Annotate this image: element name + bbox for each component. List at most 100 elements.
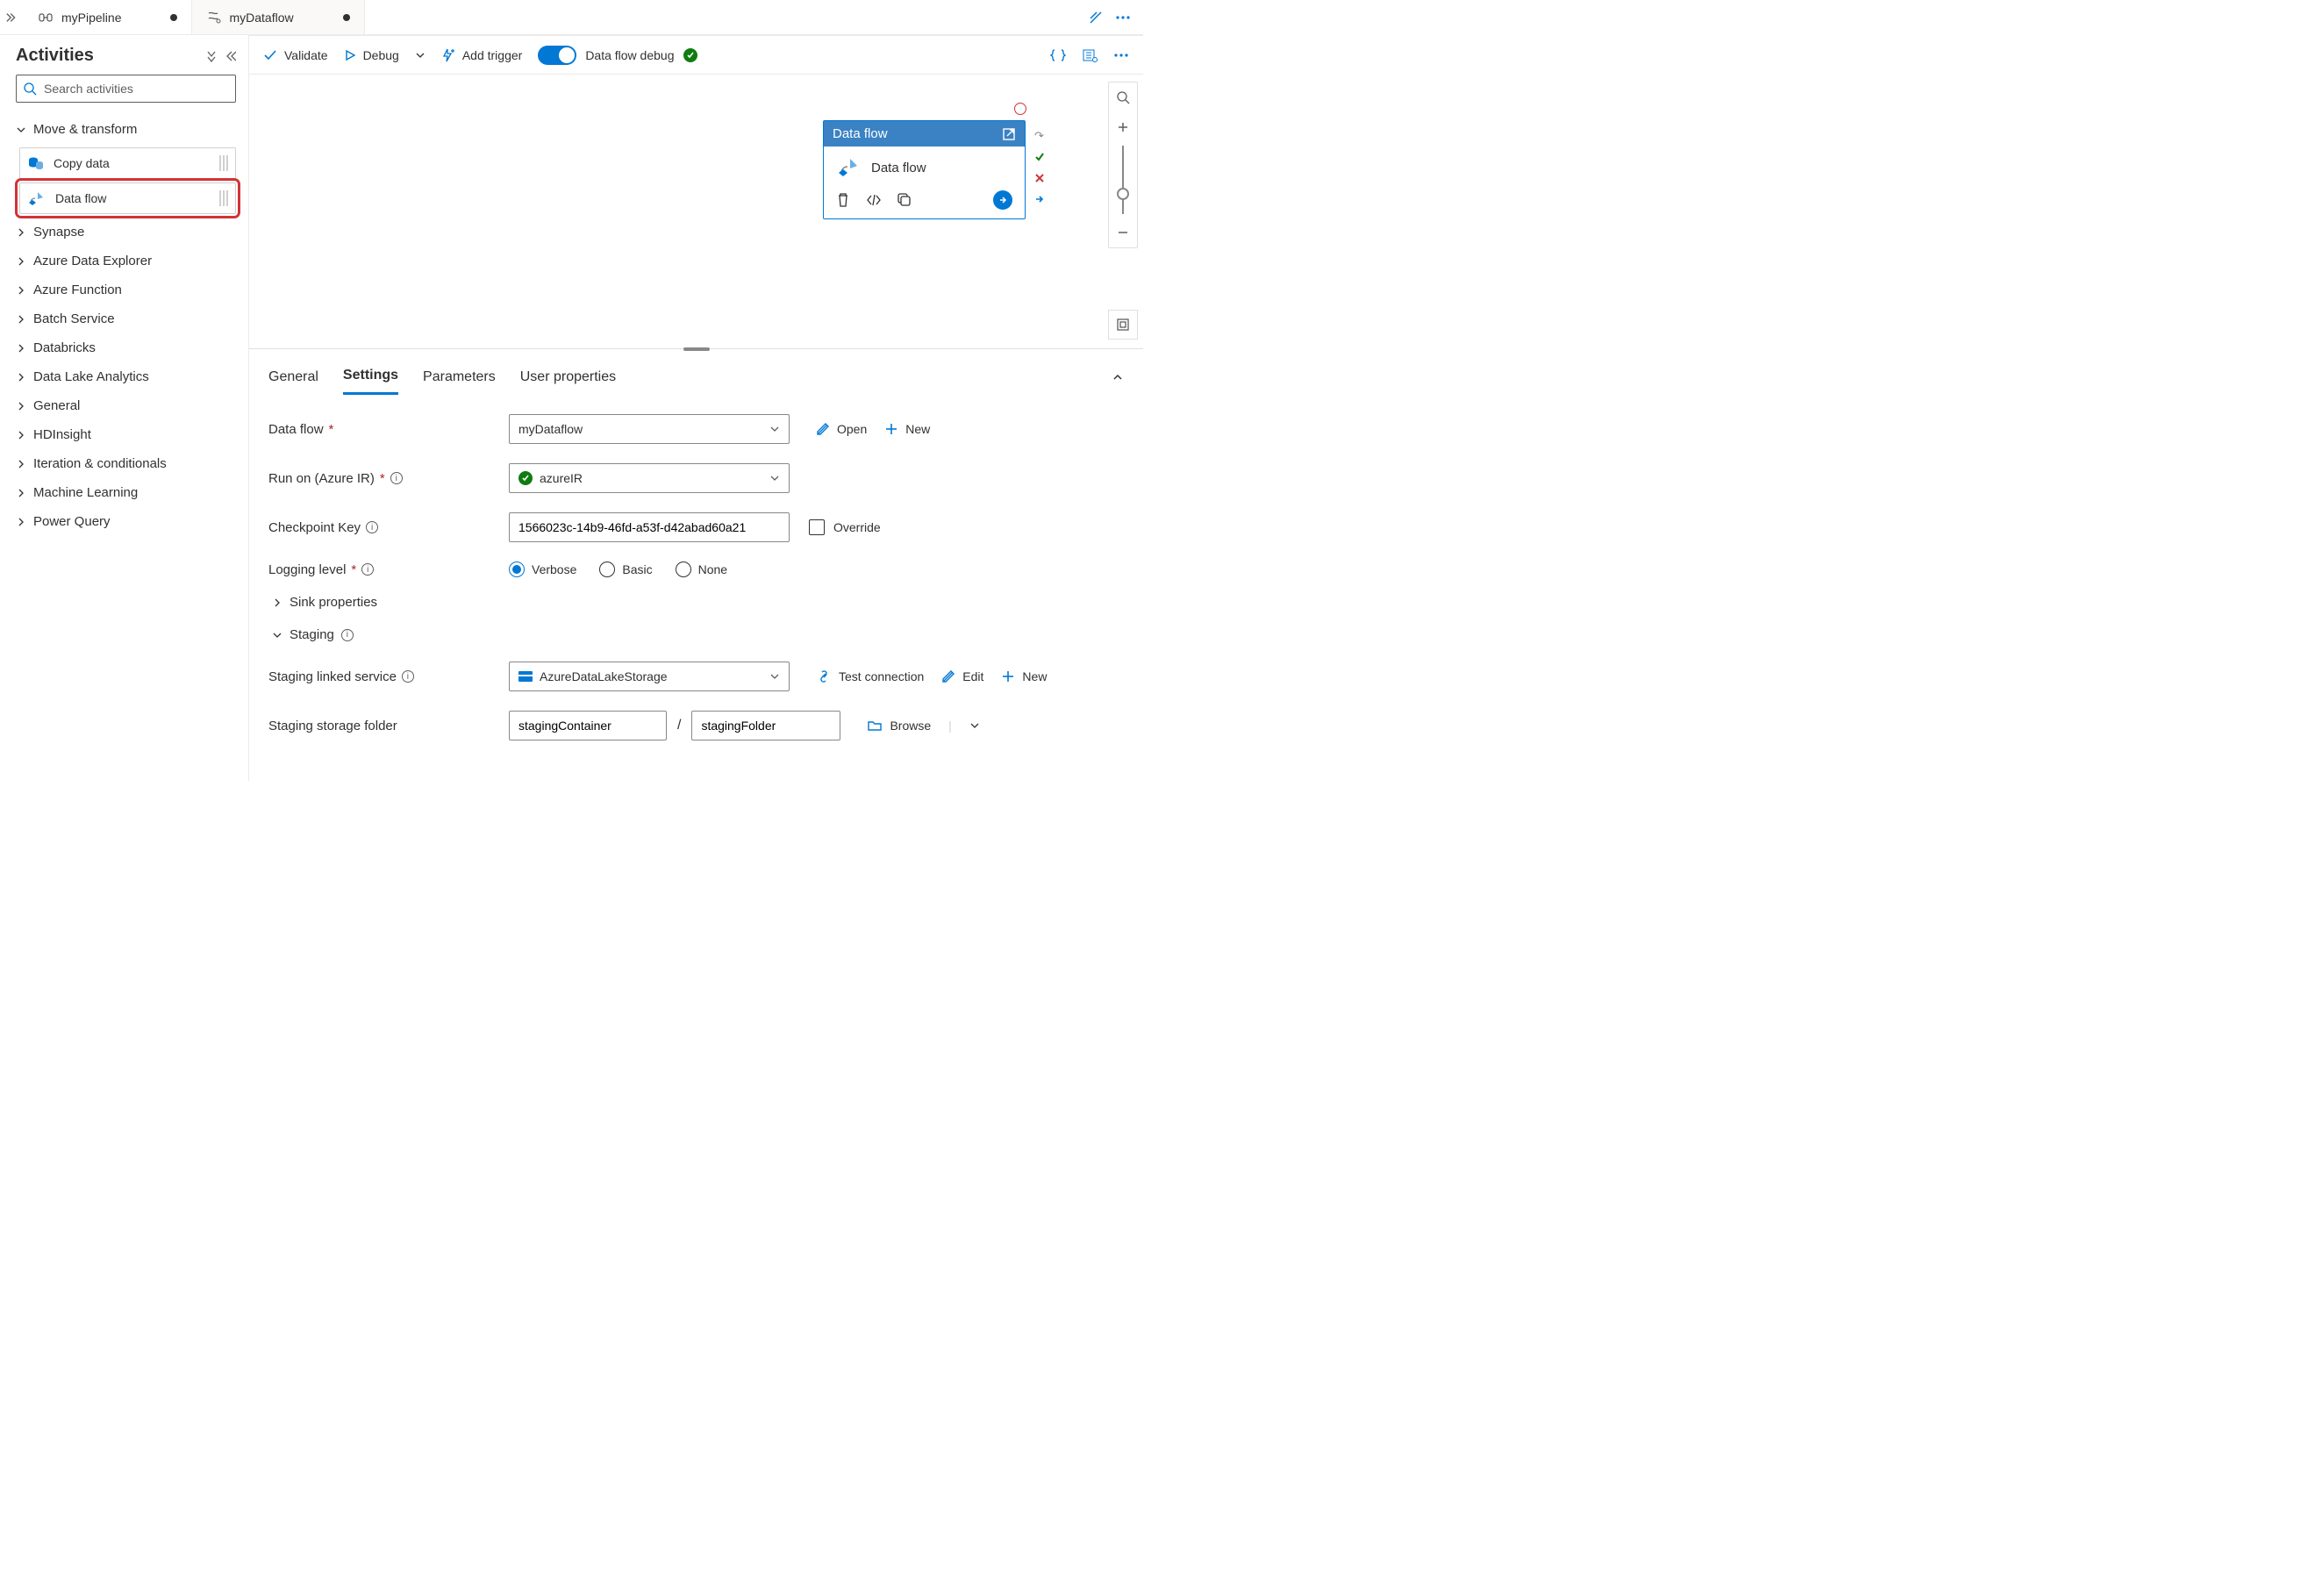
expand-icon[interactable] — [1089, 11, 1103, 25]
browse-button[interactable]: Browse — [867, 719, 931, 733]
debug-dropdown-chevron[interactable] — [415, 50, 425, 61]
activities-title: Activities — [16, 46, 94, 66]
runon-select[interactable]: azureIR — [509, 463, 790, 493]
collapse-all-icon[interactable] — [204, 50, 218, 62]
category-azure-data-explorer[interactable]: Azure Data Explorer — [16, 247, 236, 275]
info-icon[interactable]: i — [366, 521, 378, 533]
debug-button[interactable]: Debug — [344, 48, 399, 62]
check-icon — [263, 49, 277, 61]
chevron-right-icon — [16, 227, 26, 238]
zoom-in-button[interactable] — [1109, 112, 1137, 142]
panel-collapse-icon[interactable] — [224, 50, 236, 62]
info-icon[interactable]: i — [402, 670, 414, 683]
tabs-scroll-button[interactable] — [0, 11, 25, 24]
staging-container-input[interactable] — [518, 719, 657, 733]
category-synapse[interactable]: Synapse — [16, 218, 236, 247]
activity-copy-data[interactable]: Copy data — [19, 147, 236, 179]
panel-resize-handle[interactable] — [249, 348, 1143, 355]
checkpoint-input[interactable] — [518, 520, 780, 534]
staging-section[interactable]: Staging i — [268, 627, 1124, 642]
failure-connector-icon[interactable] — [1033, 171, 1046, 184]
storage-icon — [518, 671, 533, 682]
props-tab-parameters[interactable]: Parameters — [423, 364, 496, 394]
staging-linked-select[interactable]: AzureDataLakeStorage — [509, 662, 790, 691]
logging-verbose-radio[interactable]: Verbose — [509, 562, 576, 577]
browse-dropdown-chevron[interactable] — [969, 720, 980, 731]
edit-button[interactable]: Edit — [941, 669, 983, 683]
tab-mydataflow[interactable]: myDataflow — [192, 0, 364, 34]
zoom-out-button[interactable] — [1109, 218, 1137, 247]
category-batch-service[interactable]: Batch Service — [16, 304, 236, 333]
chevron-right-icon — [16, 401, 26, 411]
staging-folder-input[interactable] — [701, 719, 831, 733]
delete-icon[interactable] — [836, 192, 850, 208]
category-databricks[interactable]: Databricks — [16, 333, 236, 362]
properties-panel: General Settings Parameters User propert… — [249, 355, 1143, 781]
checkpoint-input-wrap — [509, 512, 790, 542]
pipeline-icon — [39, 11, 54, 25]
code-icon[interactable] — [866, 194, 882, 206]
fit-to-screen-button[interactable] — [1108, 310, 1138, 340]
override-checkbox[interactable] — [809, 519, 825, 535]
tab-mypipeline[interactable]: myPipeline — [25, 0, 192, 34]
dataflow-select[interactable]: myDataflow — [509, 414, 790, 444]
category-general[interactable]: General — [16, 391, 236, 420]
info-icon[interactable]: i — [341, 629, 354, 641]
chevron-right-icon — [272, 597, 282, 608]
test-connection-button[interactable]: Test connection — [816, 669, 924, 683]
canvas-search-button[interactable] — [1109, 82, 1137, 112]
pipeline-toolbar: Validate Debug Add trigger Data flow deb… — [249, 36, 1143, 75]
properties-icon[interactable] — [1082, 48, 1098, 62]
label-staging-linked: Staging linked service — [268, 669, 397, 684]
validation-indicator — [1014, 103, 1026, 115]
new-button[interactable]: New — [884, 422, 930, 436]
skip-connector-icon[interactable]: ↷ — [1033, 129, 1046, 142]
copy-icon[interactable] — [897, 193, 912, 207]
open-external-icon[interactable] — [1002, 127, 1016, 141]
staging-container-wrap — [509, 711, 667, 740]
info-icon[interactable]: i — [361, 563, 374, 576]
success-connector-icon[interactable] — [1033, 150, 1046, 163]
zoom-slider[interactable] — [1122, 146, 1124, 214]
new-linked-button[interactable]: New — [1001, 669, 1047, 683]
props-tab-user-properties[interactable]: User properties — [520, 364, 616, 394]
activities-search-input[interactable] — [44, 82, 228, 96]
category-hdinsight[interactable]: HDInsight — [16, 420, 236, 449]
dataflow-activity-icon — [836, 157, 861, 178]
chevron-down-icon — [769, 671, 780, 682]
dataflow-activity-icon — [27, 190, 46, 206]
chevron-right-icon — [16, 256, 26, 267]
info-icon[interactable]: i — [390, 472, 403, 484]
pipeline-canvas[interactable]: Data flow Data flow ↷ — [249, 75, 1143, 348]
activities-search[interactable] — [16, 75, 236, 103]
category-ml[interactable]: Machine Learning — [16, 478, 236, 507]
logging-basic-radio[interactable]: Basic — [599, 562, 652, 577]
status-ok-icon — [683, 48, 697, 62]
sink-properties-section[interactable]: Sink properties — [268, 595, 1124, 610]
more-icon[interactable] — [1113, 53, 1129, 58]
node-run-button[interactable] — [993, 190, 1012, 210]
validate-button[interactable]: Validate — [263, 48, 328, 62]
props-tab-settings[interactable]: Settings — [343, 362, 398, 395]
search-icon — [24, 82, 37, 96]
canvas-node-dataflow[interactable]: Data flow Data flow — [823, 120, 1026, 219]
chevron-down-icon — [272, 630, 282, 640]
completion-connector-icon[interactable] — [1033, 192, 1046, 205]
category-power-query[interactable]: Power Query — [16, 507, 236, 536]
category-azure-function[interactable]: Azure Function — [16, 275, 236, 304]
chevron-right-icon — [16, 314, 26, 325]
props-collapse-button[interactable] — [1112, 371, 1124, 386]
category-iteration[interactable]: Iteration & conditionals — [16, 449, 236, 478]
dataflow-debug-toggle[interactable] — [538, 46, 576, 65]
code-braces-icon[interactable] — [1050, 48, 1066, 62]
props-tab-general[interactable]: General — [268, 364, 318, 394]
activity-data-flow[interactable]: Data flow — [19, 182, 236, 214]
chevron-right-icon — [16, 343, 26, 354]
more-icon[interactable] — [1115, 15, 1131, 20]
logging-none-radio[interactable]: None — [676, 562, 727, 577]
category-move-transform[interactable]: Move & transform — [16, 115, 236, 144]
category-data-lake-analytics[interactable]: Data Lake Analytics — [16, 362, 236, 391]
label-checkpoint: Checkpoint Key — [268, 520, 361, 535]
add-trigger-button[interactable]: Add trigger — [441, 48, 522, 62]
open-button[interactable]: Open — [816, 422, 867, 436]
